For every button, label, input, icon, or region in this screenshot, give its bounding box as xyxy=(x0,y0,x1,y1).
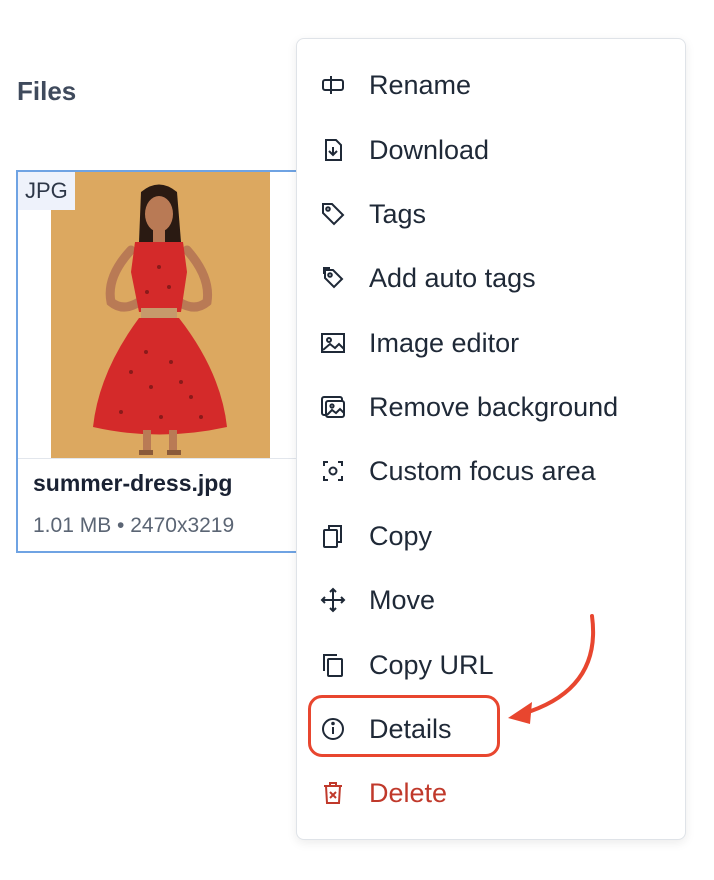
copy-url-icon xyxy=(320,652,346,678)
menu-item-label: Image editor xyxy=(369,327,520,358)
file-type-badge: JPG xyxy=(18,172,75,210)
menu-item-label: Custom focus area xyxy=(369,455,596,486)
focus-area-icon xyxy=(320,458,346,484)
menu-item-label: Download xyxy=(369,134,490,165)
menu-item-custom-focus-area[interactable]: Custom focus area xyxy=(297,444,685,498)
section-title: Files xyxy=(17,76,77,106)
menu-item-download[interactable]: Download xyxy=(297,123,685,177)
menu-item-remove-background[interactable]: Remove background xyxy=(297,380,685,434)
menu-item-copy-url[interactable]: Copy URL xyxy=(297,638,685,692)
tag-icon xyxy=(320,201,346,227)
menu-item-label: Move xyxy=(369,584,436,615)
menu-item-image-editor[interactable]: Image editor xyxy=(297,316,685,370)
move-icon xyxy=(320,587,346,613)
menu-item-label: Copy xyxy=(369,520,433,551)
menu-item-label: Add auto tags xyxy=(369,262,536,293)
file-name[interactable]: summer-dress.jpg xyxy=(33,470,232,497)
image-editor-icon xyxy=(320,330,346,356)
auto-tag-icon xyxy=(320,265,346,291)
menu-item-add-auto-tags[interactable]: Add auto tags xyxy=(297,251,685,305)
menu-item-label: Delete xyxy=(369,777,448,808)
menu-item-move[interactable]: Move xyxy=(297,573,685,627)
remove-background-icon xyxy=(320,394,346,420)
file-meta: 1.01 MB • 2470x3219 xyxy=(33,514,235,537)
download-icon xyxy=(320,137,346,163)
file-card[interactable]: JPG summer-dress.jpg 1.01 MB • 2470x3219 xyxy=(16,170,306,553)
file-thumbnail-area[interactable]: JPG xyxy=(18,172,304,459)
rename-icon xyxy=(320,72,346,98)
menu-item-label: Tags xyxy=(369,198,427,229)
menu-item-label: Copy URL xyxy=(369,649,494,680)
menu-item-tags[interactable]: Tags xyxy=(297,187,685,241)
menu-item-label: Remove background xyxy=(369,391,619,422)
woman-in-red-dress-image xyxy=(51,172,270,458)
details-highlight-outline xyxy=(308,695,500,757)
menu-item-label: Rename xyxy=(369,69,472,100)
menu-item-rename[interactable]: Rename xyxy=(297,58,685,112)
file-thumbnail[interactable] xyxy=(51,172,270,458)
menu-item-copy[interactable]: Copy xyxy=(297,509,685,563)
delete-icon xyxy=(320,780,346,806)
menu-item-delete[interactable]: Delete xyxy=(297,766,685,820)
annotation-arrow-icon xyxy=(508,614,596,724)
copy-icon xyxy=(320,523,346,549)
